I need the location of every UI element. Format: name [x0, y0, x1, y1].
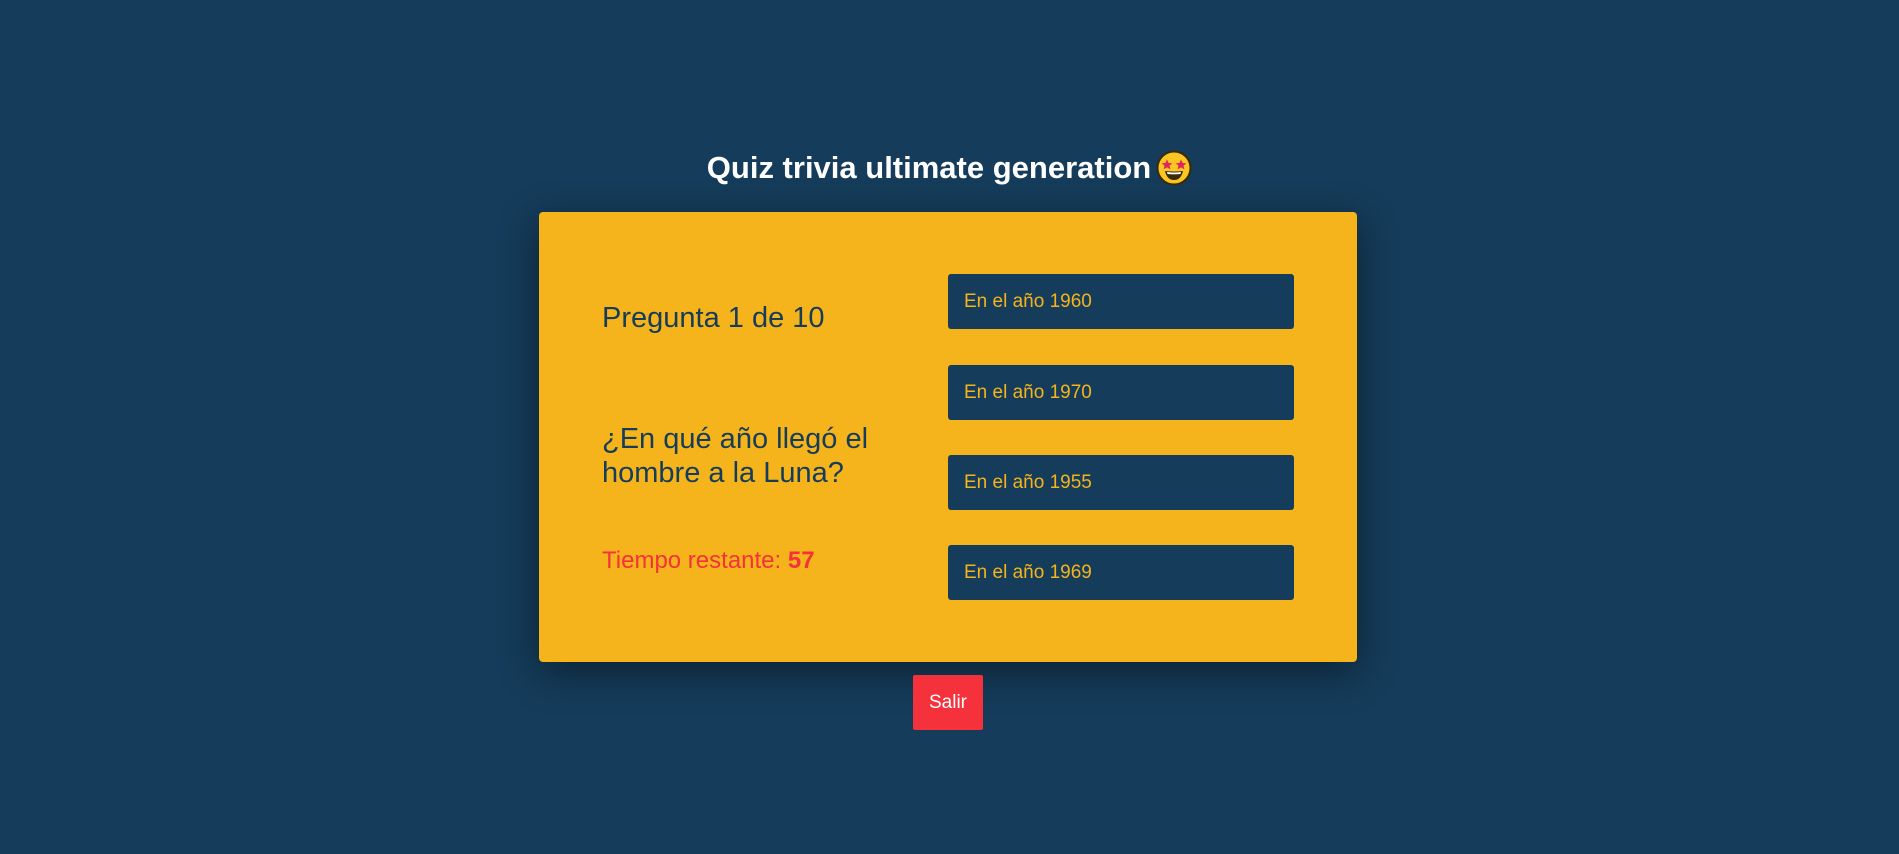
exit-button[interactable]: Salir	[913, 675, 983, 730]
quiz-card: Pregunta 1 de 10 ¿En qué año llegó el ho…	[539, 212, 1357, 662]
star-struck-face-icon	[1156, 150, 1192, 186]
page-title: Quiz trivia ultimate generation	[706, 150, 1152, 185]
answer-button[interactable]: En el año 1969	[948, 545, 1294, 600]
question-counter: Pregunta 1 de 10	[602, 302, 825, 334]
question-text: ¿En qué año llegó el hombre a la Luna?	[602, 423, 869, 489]
timer: Tiempo restante: 57	[602, 547, 815, 575]
answer-button[interactable]: En el año 1955	[948, 455, 1294, 510]
header: Quiz trivia ultimate generation	[0, 148, 1899, 188]
answer-button[interactable]: En el año 1960	[948, 274, 1294, 329]
answer-button[interactable]: En el año 1970	[948, 365, 1294, 420]
timer-value: 57	[787, 547, 815, 574]
timer-label: Tiempo restante:	[602, 547, 788, 574]
